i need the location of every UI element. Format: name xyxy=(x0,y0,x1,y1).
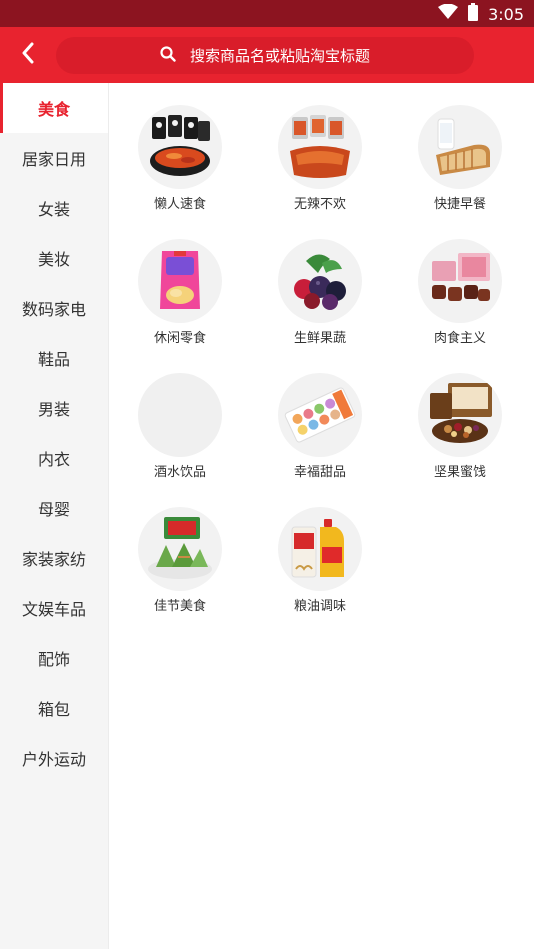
sidebar-item-meishi[interactable]: 美食 xyxy=(0,83,108,133)
subcategory-label: 生鲜果蔬 xyxy=(293,331,346,346)
subcategory-label: 坚果蜜饯 xyxy=(433,465,486,480)
subcategory-label: 休闲零食 xyxy=(153,331,206,346)
nuts-gift-box-image xyxy=(418,373,502,457)
category-sidebar: 美食 居家日用 女装 美妆 数码家电 鞋品 男装 内衣 母婴 家装家纺 文娱车品… xyxy=(0,83,109,949)
sidebar-item-muying[interactable]: 母婴 xyxy=(0,483,108,533)
subcategory-liangyou-tiaowei[interactable]: 粮油调味 xyxy=(250,507,390,641)
subcategory-wula-buhuan[interactable]: 无辣不欢 xyxy=(250,105,390,239)
sidebar-item-shuma-jiadian[interactable]: 数码家电 xyxy=(0,283,108,333)
status-icons: 3:05 xyxy=(438,3,524,25)
sidebar-item-label: 数码家电 xyxy=(21,300,86,319)
sidebar-item-label: 家装家纺 xyxy=(21,550,86,569)
sidebar-item-peishi[interactable]: 配饰 xyxy=(0,633,108,683)
sidebar-item-meizhuang[interactable]: 美妆 xyxy=(0,233,108,283)
sidebar-item-label: 美妆 xyxy=(37,250,70,269)
sidebar-item-label: 男装 xyxy=(37,400,70,419)
subcategory-panel: 懒人速食 无辣不欢 快捷早餐 休闲零食 生鲜果蔬 肉食主义 酒水饮品 幸福甜品 … xyxy=(110,83,534,949)
subcategory-label: 粮油调味 xyxy=(293,599,346,614)
instant-noodles-image xyxy=(138,105,222,189)
subcategory-jiushui-yinpin[interactable]: 酒水饮品 xyxy=(110,373,250,507)
subcategory-label: 快捷早餐 xyxy=(433,197,486,212)
subcategory-jianguo-mijian[interactable]: 坚果蜜饯 xyxy=(390,373,530,507)
rice-oil-image xyxy=(278,507,362,591)
spicy-snacks-image xyxy=(278,105,362,189)
subcategory-xingfu-tianpin[interactable]: 幸福甜品 xyxy=(250,373,390,507)
placeholder-image xyxy=(138,373,222,457)
sidebar-item-xiepin[interactable]: 鞋品 xyxy=(0,333,108,383)
sidebar-item-wenyu-chepin[interactable]: 文娱车品 xyxy=(0,583,108,633)
battery-icon xyxy=(468,3,479,25)
subcategory-label: 酒水饮品 xyxy=(153,465,206,480)
sidebar-item-jujia-riyong[interactable]: 居家日用 xyxy=(0,133,108,183)
sidebar-item-label: 女装 xyxy=(37,200,70,219)
sidebar-item-label: 配饰 xyxy=(37,650,70,669)
sidebar-item-label: 内衣 xyxy=(37,450,70,469)
sidebar-item-nvzhuang[interactable]: 女装 xyxy=(0,183,108,233)
app-header: 搜索商品名或粘贴淘宝标题 xyxy=(0,27,534,83)
sidebar-item-nanzhuang[interactable]: 男装 xyxy=(0,383,108,433)
subcategory-label: 幸福甜品 xyxy=(293,465,346,480)
sidebar-item-label: 鞋品 xyxy=(37,350,70,369)
sidebar-item-label: 户外运动 xyxy=(21,750,86,769)
bread-milk-image xyxy=(418,105,502,189)
search-icon xyxy=(160,45,176,66)
subcategory-label: 无辣不欢 xyxy=(293,197,346,212)
berries-image xyxy=(278,239,362,323)
sidebar-item-label: 文娱车品 xyxy=(21,600,86,619)
back-button[interactable] xyxy=(8,33,48,77)
search-placeholder: 搜索商品名或粘贴淘宝标题 xyxy=(189,47,370,65)
status-time: 3:05 xyxy=(488,4,524,24)
subcategory-kuaijie-zaocan[interactable]: 快捷早餐 xyxy=(390,105,530,239)
macaron-box-image xyxy=(278,373,362,457)
subcategory-roushi-zhuyi[interactable]: 肉食主义 xyxy=(390,239,530,373)
search-input[interactable]: 搜索商品名或粘贴淘宝标题 xyxy=(56,37,474,74)
subcategory-lanren-sushi[interactable]: 懒人速食 xyxy=(110,105,250,239)
subcategory-label: 佳节美食 xyxy=(153,599,206,614)
sidebar-item-label: 母婴 xyxy=(37,500,70,519)
subcategory-label: 肉食主义 xyxy=(433,331,486,346)
sidebar-item-xiangbao[interactable]: 箱包 xyxy=(0,683,108,733)
wifi-icon xyxy=(438,3,459,24)
zongzi-image xyxy=(138,507,222,591)
subcategory-label: 懒人速食 xyxy=(153,197,206,212)
subcategory-grid: 懒人速食 无辣不欢 快捷早餐 休闲零食 生鲜果蔬 肉食主义 酒水饮品 幸福甜品 … xyxy=(110,105,530,641)
chevron-left-icon xyxy=(21,42,35,68)
status-bar: 3:05 xyxy=(0,0,534,27)
chips-bag-image xyxy=(138,239,222,323)
sidebar-item-label: 箱包 xyxy=(37,700,70,719)
subcategory-shengxian-guoshu[interactable]: 生鲜果蔬 xyxy=(250,239,390,373)
sidebar-item-label: 居家日用 xyxy=(21,150,86,169)
subcategory-xiuxian-lingshi[interactable]: 休闲零食 xyxy=(110,239,250,373)
sidebar-item-neiyi[interactable]: 内衣 xyxy=(0,433,108,483)
meat-box-image xyxy=(418,239,502,323)
sidebar-item-label: 美食 xyxy=(37,100,70,119)
sidebar-item-jiazhuang-jiafang[interactable]: 家装家纺 xyxy=(0,533,108,583)
subcategory-jiajie-meishi[interactable]: 佳节美食 xyxy=(110,507,250,641)
sidebar-item-huwai-yundong[interactable]: 户外运动 xyxy=(0,733,108,783)
